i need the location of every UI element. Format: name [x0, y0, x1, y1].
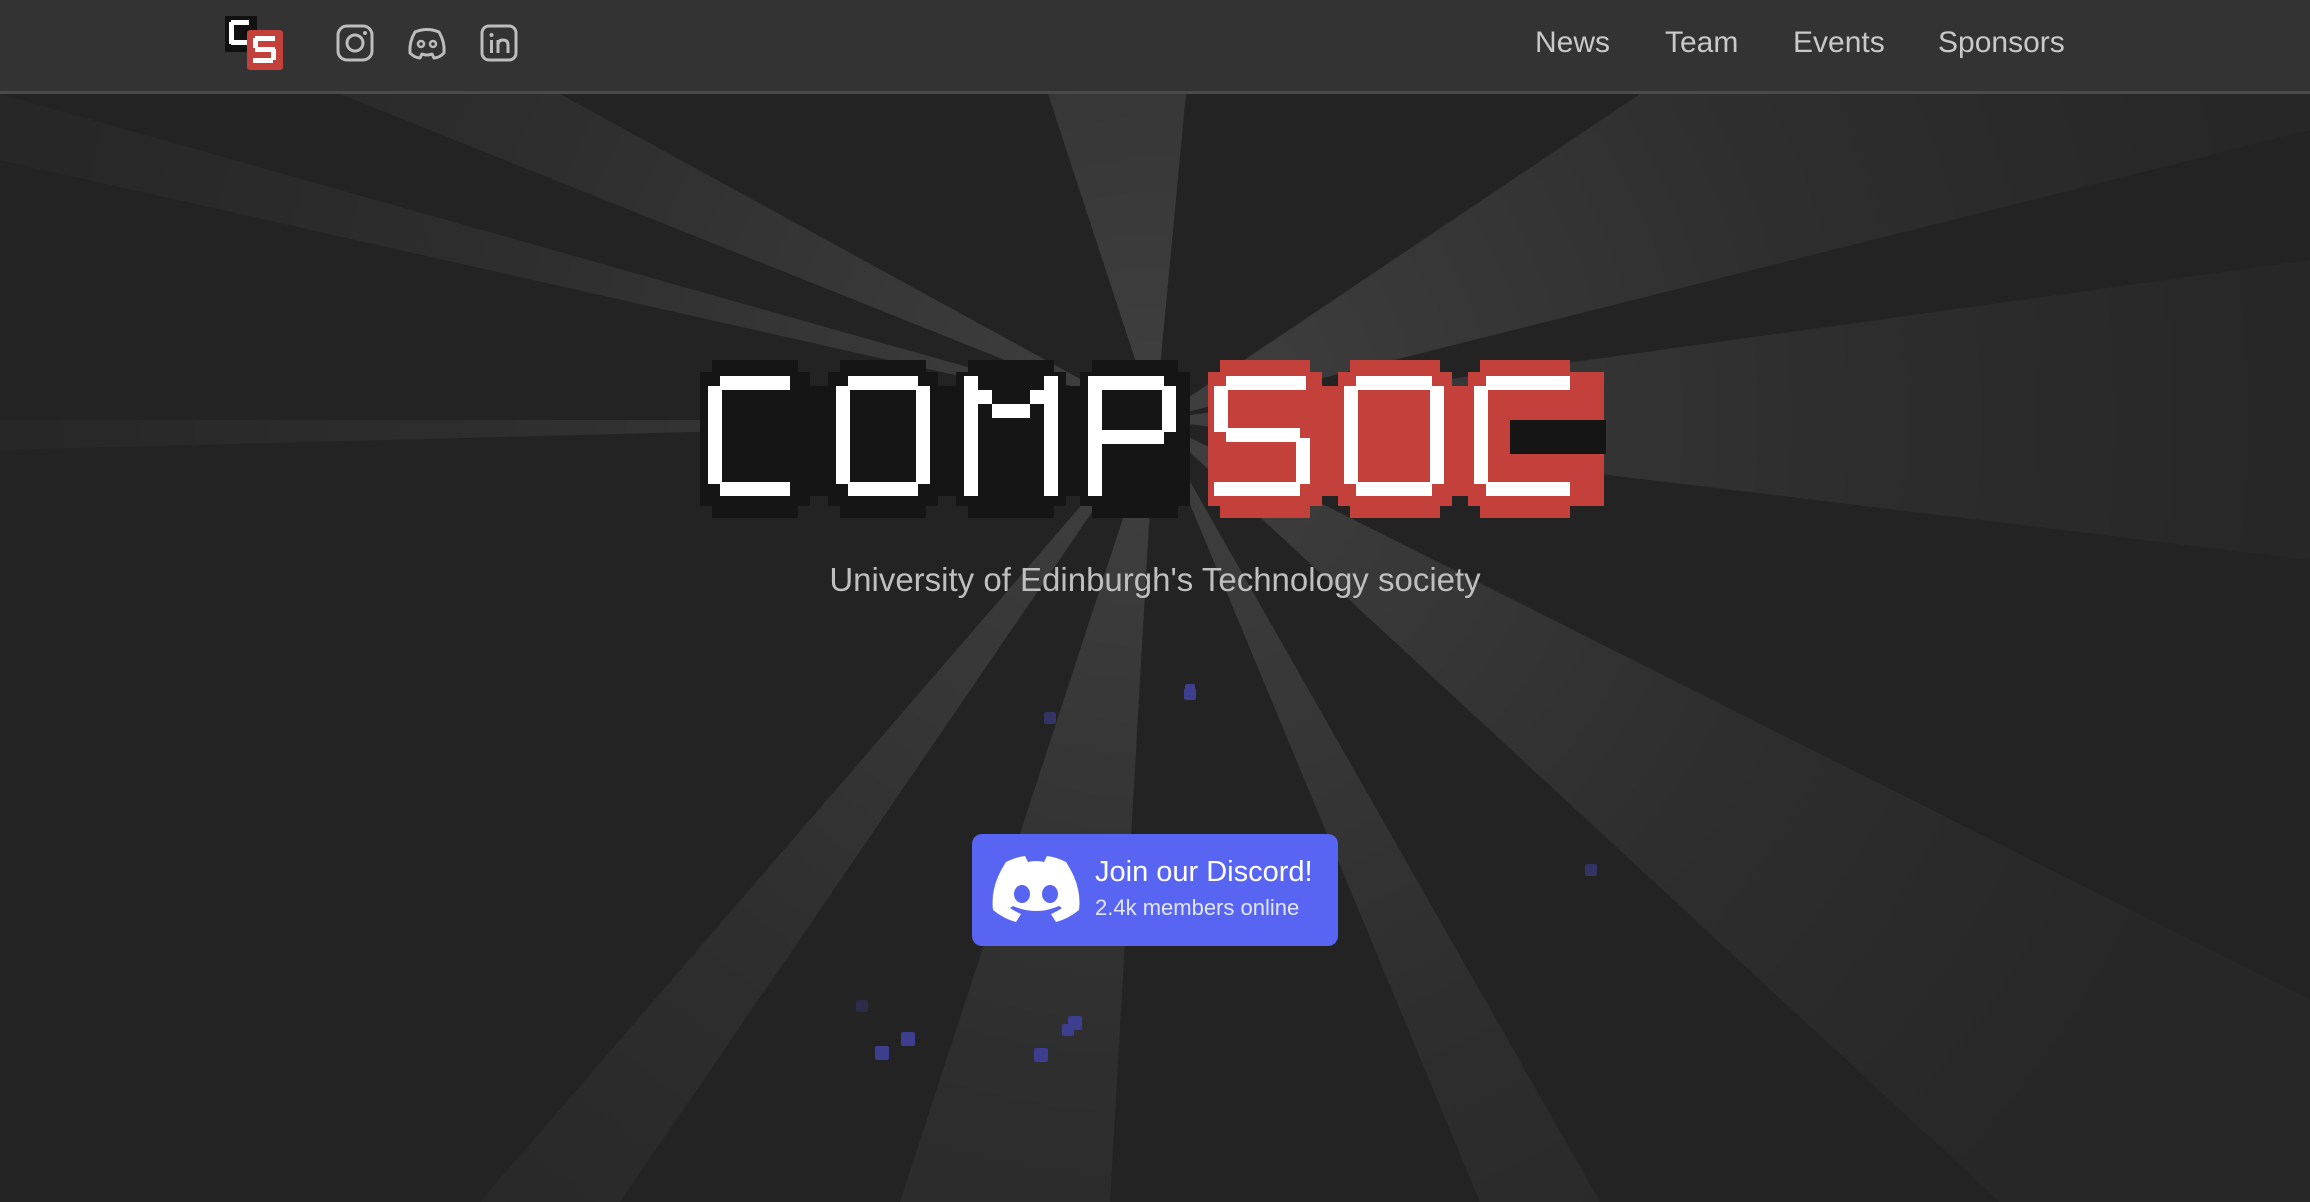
linkedin-icon[interactable] — [478, 22, 520, 64]
nav-link-events[interactable]: Events — [1793, 24, 1885, 62]
particle — [1044, 712, 1056, 724]
background-light-rays — [0, 94, 2310, 1202]
discord-button-title: Join our Discord! — [1095, 856, 1313, 888]
hero-subtitle: University of Edinburgh's Technology soc… — [829, 561, 1481, 598]
particle — [856, 1000, 868, 1012]
particle — [875, 1046, 889, 1060]
instagram-icon[interactable] — [334, 22, 376, 64]
discord-members-online: 2.4k members online — [1095, 895, 1300, 920]
discord-icon[interactable] — [406, 22, 448, 64]
particle — [1034, 1048, 1048, 1062]
compsoc-logo-icon[interactable] — [225, 16, 285, 70]
particle — [901, 1032, 915, 1046]
nav-link-sponsors[interactable]: Sponsors — [1938, 24, 2065, 62]
discord-icon — [992, 856, 1080, 922]
particle — [1585, 864, 1597, 876]
nav-link-news[interactable]: News — [1535, 24, 1610, 62]
particle — [1185, 684, 1195, 692]
nav-link-team[interactable]: Team — [1665, 24, 1738, 62]
top-navbar: News Team Events Sponsors — [0, 0, 2310, 94]
compsoc-wordmark-logo — [700, 360, 1606, 518]
join-discord-button[interactable]: Join our Discord! 2.4k members online — [972, 834, 1338, 946]
page: News Team Events Sponsors University of … — [0, 0, 2310, 1202]
particle — [1062, 1024, 1074, 1036]
